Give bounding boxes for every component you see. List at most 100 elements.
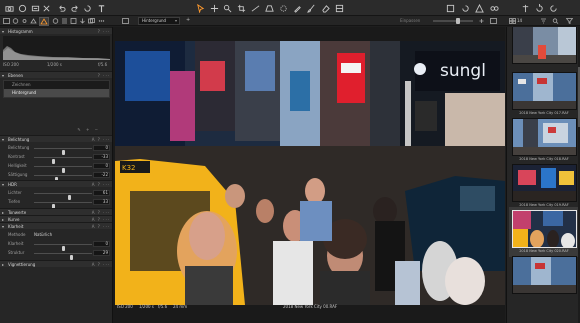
layer-tools[interactable]: ✎ + − [3,127,110,133]
slider-value[interactable]: 0 [93,163,110,169]
focus-mask-icon[interactable] [489,3,499,13]
exposure-header[interactable]: ▾ Belichtung A ? ··· [0,135,112,142]
proof-icon[interactable] [534,3,544,13]
browser-grid-icon[interactable] [509,18,516,24]
tool-panel: ▾ Histogramm ? ··· ISO 200 1/200 s f/5.6… [0,27,113,323]
browser-toggle-icon[interactable] [122,18,129,24]
slider-value[interactable]: 0 [93,241,110,247]
browser-sort-icon[interactable] [540,18,547,24]
metadata-tab-icon[interactable] [70,18,77,24]
panel-tools-icon[interactable]: A ? ··· [92,262,110,267]
slider-value[interactable]: 61 [93,190,110,196]
slider-value[interactable]: 29 [93,250,110,256]
layers-header[interactable]: ▾ Ebenen ? ··· [0,71,112,78]
import-icon[interactable] [30,3,40,13]
levels-header[interactable]: ▸ Tonwerte A ? ··· [0,208,112,215]
zoom-in-icon[interactable] [478,18,485,24]
camera-icon[interactable] [4,3,14,13]
loupe-icon[interactable] [222,3,232,13]
straighten-icon[interactable] [250,3,260,13]
histogram-header[interactable]: ▾ Histogramm ? ··· [0,27,112,34]
adjustments-tab-icon[interactable] [61,18,68,24]
main-photo[interactable]: sungl K32 [115,41,505,305]
reset-icon[interactable] [82,3,92,13]
expand-icon: ▸ [2,262,5,267]
slider-label: Sättigung [8,172,28,177]
exposure-warning-icon[interactable] [474,3,484,13]
color-tab-icon[interactable] [30,18,37,24]
layer-item-selected[interactable]: Hintergrund [4,89,109,97]
batch-tab-icon[interactable] [88,18,95,24]
undo-icon[interactable] [56,3,66,13]
pan-icon[interactable] [209,3,219,13]
slider-track[interactable] [34,175,92,182]
process-icon[interactable] [548,3,558,13]
slider-value[interactable]: -33 [93,154,110,160]
slider-track[interactable] [34,244,92,251]
image-browser: 2018 New York City 017.RAF 2018 New York… [506,27,580,323]
slider-value[interactable]: 33 [93,199,110,205]
histogram [3,36,110,60]
panel-tools-icon[interactable]: ? ··· [98,73,110,78]
slider-track[interactable] [34,148,92,155]
browser-thumbnail[interactable] [509,27,579,73]
slider-label: Klarheit [8,241,24,246]
output-tab-icon[interactable] [79,18,86,24]
spot-removal-icon[interactable] [278,3,288,13]
eraser-icon[interactable] [320,3,330,13]
browser-thumbnail-selected[interactable]: 2018 New York City 020.RAF [509,207,579,257]
panel-tools-icon[interactable]: A ? ··· [92,137,110,142]
viewer-options-icon[interactable] [490,18,497,24]
slider-track[interactable] [34,166,92,173]
panel-tools-icon[interactable]: A ? ··· [92,224,110,229]
text-icon[interactable] [96,3,106,13]
variant-select[interactable]: Hintergrund ▾ [138,17,180,25]
layers-title: Ebenen [8,73,24,78]
browser-thumbnail[interactable]: 2018 New York City 018.RAF [509,115,579,165]
add-variant-button[interactable]: + [186,17,193,23]
brush-icon[interactable] [306,3,316,13]
browser-thumbnail[interactable]: 2018 New York City 017.RAF [509,69,579,119]
chevron-down-icon: ▾ [174,18,177,23]
browser-thumbnail[interactable]: 2018 New York City 019.RAF [509,161,579,211]
capture-tab-icon[interactable] [12,18,19,24]
search-icon[interactable] [552,18,559,24]
hdr-header[interactable]: ▾ HDR A ? ··· [0,180,112,187]
keystone-icon[interactable] [264,3,274,13]
exposure-tab[interactable] [39,17,49,26]
slider-track[interactable] [34,157,92,164]
zoom-slider[interactable] [433,20,473,22]
method-select[interactable]: Natürlich [34,232,64,237]
delete-icon[interactable] [41,3,51,13]
vignette-header[interactable]: ▸ Vignettierung A ? ··· [0,260,112,267]
layer-item[interactable]: Zeichnen [4,81,109,89]
clarity-header[interactable]: ▾ Klarheit A ? ··· [0,222,112,229]
slider-track[interactable] [34,253,92,260]
capture-icon[interactable] [17,3,27,13]
panel-tools-icon[interactable]: ? ··· [98,29,110,34]
curve-header[interactable]: ▸ Kurve A ? ··· [0,215,112,222]
details-tab-icon[interactable] [52,18,59,24]
gradient-icon[interactable] [334,3,344,13]
library-tab-icon[interactable] [3,18,10,24]
slider-value[interactable]: -22 [93,172,110,178]
lens-tab-icon[interactable] [21,18,28,24]
browser-thumbnail[interactable] [509,253,579,303]
crop-icon[interactable] [236,3,246,13]
redo-icon[interactable] [70,3,80,13]
cursor-icon[interactable] [195,3,205,13]
color-picker-icon[interactable] [292,3,302,13]
rotate-icon[interactable] [460,3,470,13]
clarity-method-row: Methode Natürlich [0,231,112,239]
browser-image-count: 14 [517,18,523,23]
slider-track[interactable] [34,202,92,209]
zoom-slider-handle[interactable] [456,18,460,24]
more-tab-icon[interactable] [98,18,105,24]
panel-tools-icon[interactable]: A ? ··· [92,182,110,187]
slider-track[interactable] [34,193,92,200]
thumbnail-image [512,27,577,64]
compare-icon[interactable] [520,3,530,13]
grid-icon[interactable] [445,3,455,13]
filter-icon[interactable] [565,18,574,25]
slider-value[interactable]: 0 [93,145,110,151]
